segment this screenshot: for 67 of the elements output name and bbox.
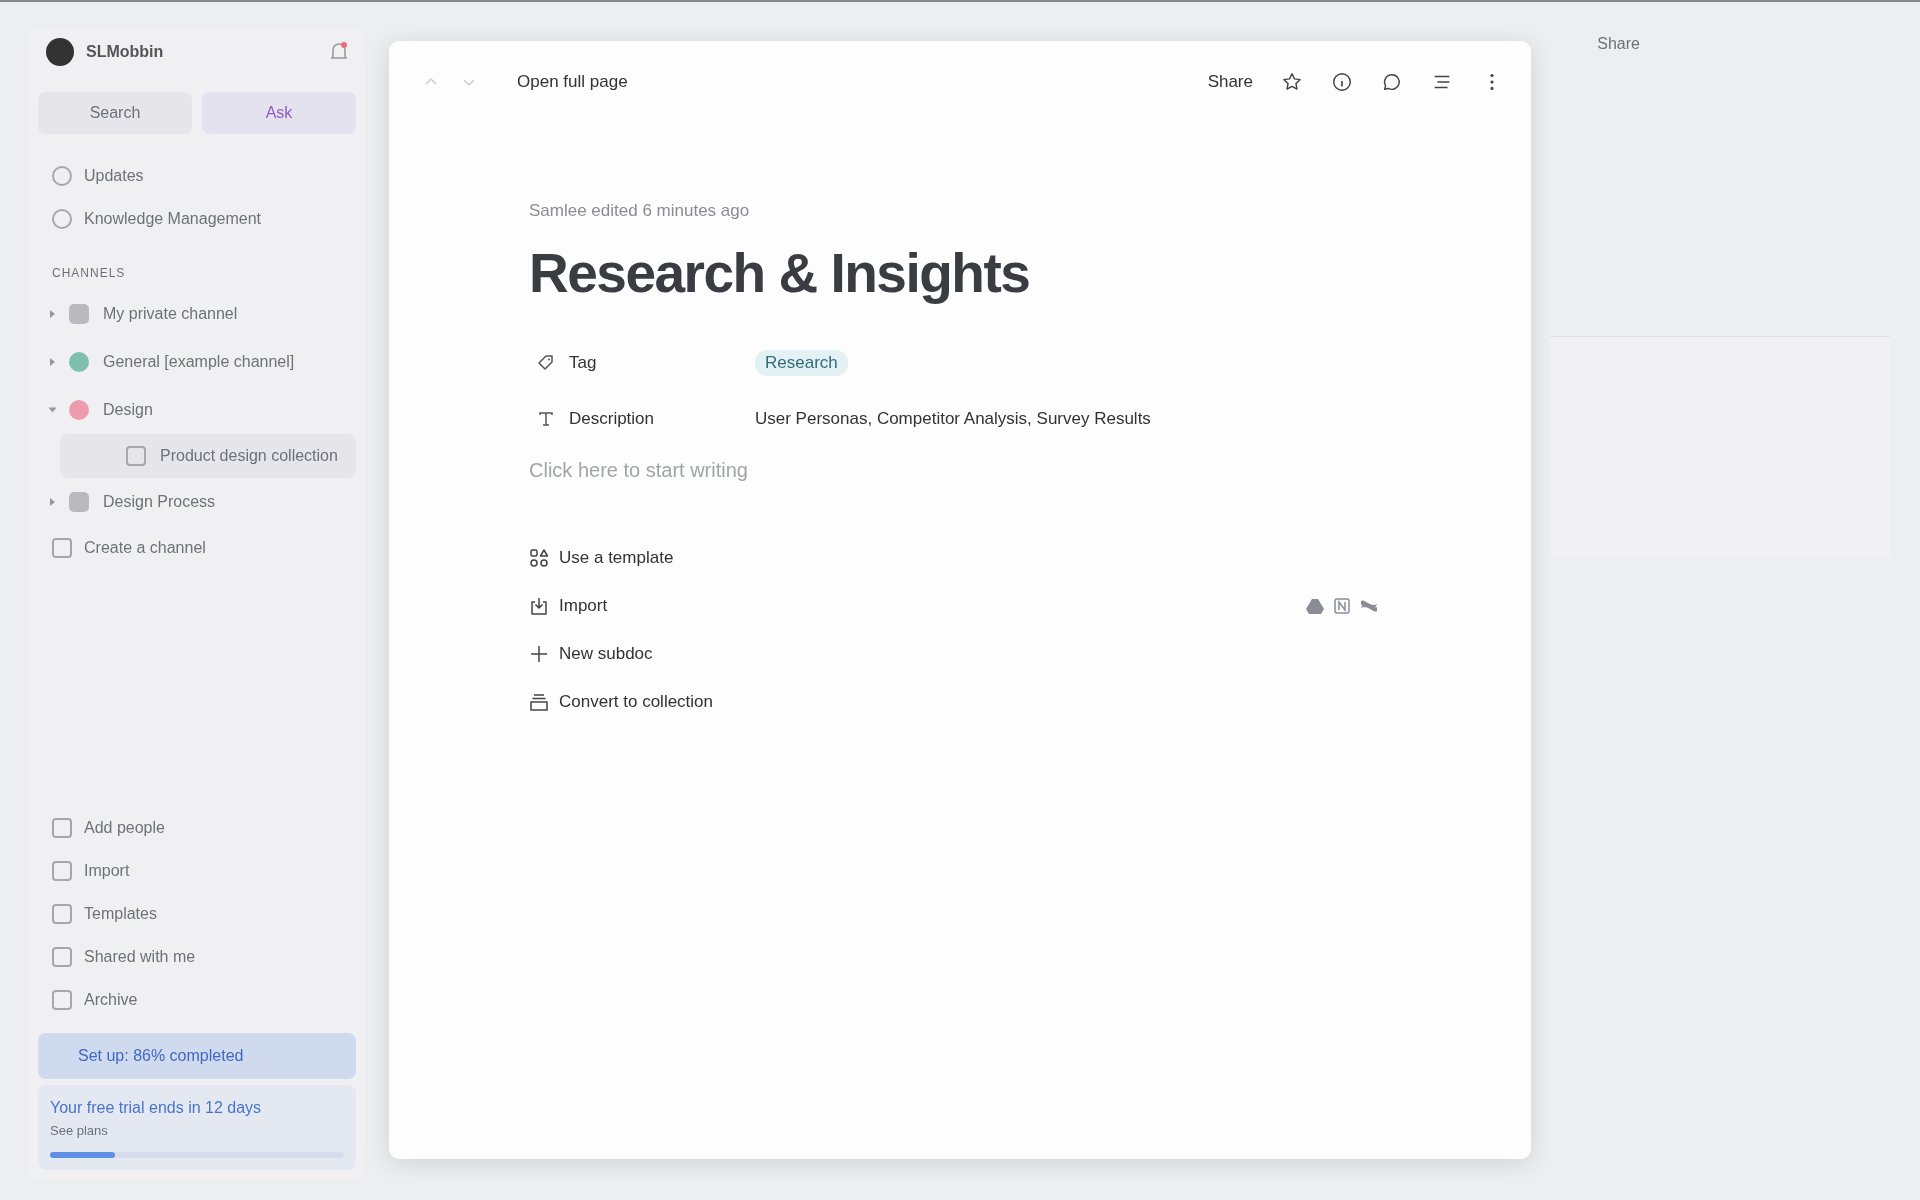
comment-icon[interactable] — [1381, 71, 1403, 93]
channel-label: General [example channel] — [103, 353, 295, 371]
search-button[interactable]: Search — [38, 92, 192, 134]
import-icon — [529, 596, 549, 616]
sidebar-label: Add people — [84, 818, 165, 837]
trial-text: Your free trial ends in 12 days — [50, 1099, 263, 1117]
channel-label: Product design collection — [160, 447, 338, 465]
sidebar-label: Updates — [84, 166, 144, 185]
text-icon — [537, 410, 555, 428]
plus-icon — [529, 644, 549, 664]
bell-icon[interactable] — [330, 42, 348, 62]
square-icon — [52, 903, 72, 924]
sidebar-item[interactable]: Add people — [38, 806, 356, 849]
channel-label: Design Process — [103, 493, 216, 511]
channel-item[interactable]: My private channel — [38, 290, 356, 338]
sidebar-item[interactable]: Shared with me — [38, 935, 356, 978]
tag-icon — [537, 354, 555, 372]
share-button[interactable]: Share — [1597, 35, 1640, 53]
ask-button[interactable]: Ask — [202, 92, 356, 134]
sidebar-label: Templates — [84, 904, 157, 923]
info-icon[interactable] — [1331, 71, 1353, 93]
share-button[interactable]: Share — [1207, 72, 1253, 92]
action-item[interactable]: Import — [529, 582, 1379, 630]
document-title: Research & Insights — [529, 241, 1031, 305]
sidebar-item[interactable]: Updates — [38, 154, 356, 197]
property-name[interactable]: Tag — [529, 353, 755, 373]
channel-subitem[interactable]: Product design collection — [60, 434, 356, 478]
action-item[interactable]: Use a template — [529, 534, 1379, 582]
stack-icon — [529, 692, 549, 712]
square-icon — [52, 860, 72, 881]
action-item[interactable]: New subdoc — [529, 630, 1379, 678]
square-icon — [52, 817, 72, 838]
square-icon — [52, 537, 72, 558]
open-full-page-button[interactable]: Open full page — [517, 72, 628, 92]
sidebar-item[interactable]: Templates — [38, 892, 356, 935]
sidebar-label: Import — [84, 861, 130, 880]
circle-icon — [52, 165, 72, 186]
sidebar-label: Create a channel — [84, 538, 206, 557]
create-channel-link[interactable]: Create a channel — [38, 526, 356, 569]
property-value[interactable]: User Personas, Competitor Analysis, Survey Results — [755, 409, 1151, 429]
tag-chip[interactable]: Research — [755, 350, 848, 376]
channel-item[interactable]: Design — [38, 386, 356, 434]
table-icon — [126, 446, 146, 466]
square-icon — [52, 946, 72, 967]
sidebar-label: Shared with me — [84, 947, 196, 966]
editor-placeholder[interactable]: Click here to start writing — [529, 459, 1531, 482]
avatar-icon — [46, 38, 74, 66]
circle-icon — [52, 208, 72, 229]
channel-label: My private channel — [103, 305, 238, 323]
edit-info: Samlee edited 6 minutes ago — [529, 201, 751, 221]
sidebar-label: Archive — [84, 990, 138, 1009]
channel-label: Design — [103, 401, 153, 419]
channel-item[interactable]: General [example channel] — [38, 338, 356, 386]
sidebar-item[interactable]: Archive — [38, 978, 356, 1021]
action-item[interactable]: Convert to collection — [529, 678, 1379, 726]
property-name[interactable]: Description — [529, 409, 755, 429]
sidebar-item[interactable]: Knowledge Management — [38, 197, 356, 240]
section-label: CHANNELS — [51, 265, 127, 282]
star-icon[interactable] — [1281, 71, 1303, 93]
channel-item[interactable]: Design Process — [38, 478, 356, 526]
workspace-name[interactable]: SLMobbin — [86, 43, 318, 61]
see-plans-link[interactable]: See plans — [50, 1123, 344, 1138]
shapes-icon — [529, 548, 549, 568]
square-icon — [52, 989, 72, 1010]
sidebar-item[interactable]: Import — [38, 849, 356, 892]
setup-banner[interactable]: Set up: 86% completed — [38, 1033, 356, 1079]
sidebar-label: Knowledge Management — [84, 209, 261, 228]
